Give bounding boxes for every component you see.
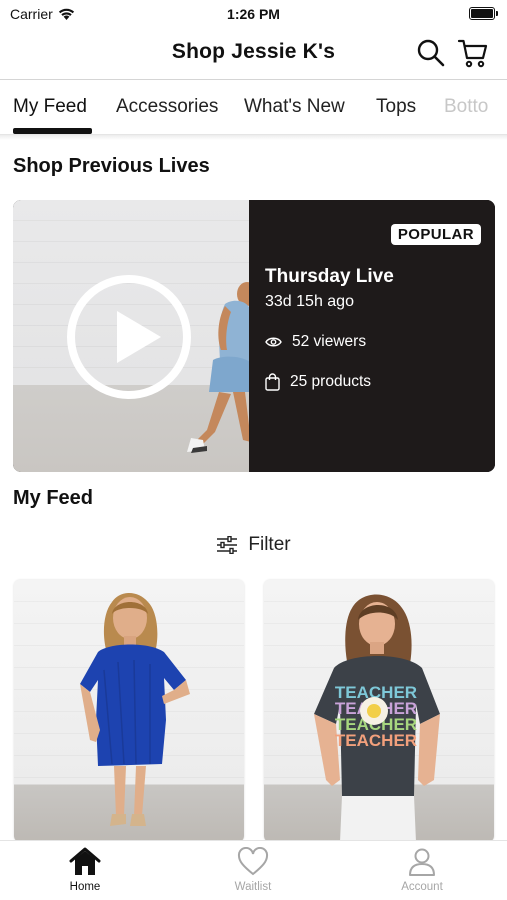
category-tabs: My Feed Accessories What's New Tops Bott…	[0, 81, 507, 135]
product-card[interactable]: TEACHER TEACHER TEACHER TEACHER	[264, 580, 494, 842]
previous-lives-heading: Shop Previous Lives	[13, 155, 210, 177]
battery-icon	[469, 7, 498, 20]
person-icon	[409, 848, 435, 876]
live-time-ago: 33d 15h ago	[265, 293, 354, 310]
previous-live-card[interactable]: POPULAR Thursday Live 33d 15h ago 52 vie…	[13, 200, 495, 472]
nav-waitlist-label: Waitlist	[234, 881, 272, 893]
heart-icon	[237, 847, 269, 876]
tab-bottoms[interactable]: Botto	[444, 96, 488, 118]
clock: 1:26 PM	[227, 6, 280, 22]
tabs-divider	[0, 135, 507, 140]
nav-account[interactable]: Account	[362, 847, 482, 893]
tab-whats-new[interactable]: What's New	[244, 96, 345, 118]
product-photo-teacher-tee: TEACHER TEACHER TEACHER TEACHER	[314, 594, 440, 842]
my-feed-heading: My Feed	[13, 487, 94, 509]
viewers-row: 52 viewers	[265, 333, 366, 351]
tab-accessories[interactable]: Accessories	[116, 96, 218, 118]
products-count: 25 products	[290, 373, 371, 390]
live-video-thumbnail[interactable]	[13, 200, 249, 472]
tab-my-feed[interactable]: My Feed	[13, 96, 87, 118]
live-title: Thursday Live	[265, 266, 394, 287]
product-card[interactable]	[14, 580, 244, 842]
products-row: 25 products	[265, 373, 371, 391]
search-icon	[417, 39, 445, 67]
search-button[interactable]	[415, 37, 447, 69]
home-icon	[69, 847, 101, 875]
play-video-button[interactable]	[67, 275, 191, 399]
product-photo-blue-dress	[80, 593, 190, 826]
nav-home[interactable]: Home	[25, 847, 145, 893]
filter-button[interactable]: Filter	[0, 534, 507, 556]
shopping-bag-icon	[265, 373, 280, 391]
cart-button[interactable]	[457, 37, 489, 69]
filter-label: Filter	[248, 534, 291, 555]
app-header: Shop Jessie K's	[0, 28, 507, 80]
tab-tops[interactable]: Tops	[376, 96, 416, 118]
eye-icon	[265, 337, 282, 347]
nav-home-label: Home	[69, 881, 101, 893]
popular-badge: POPULAR	[390, 224, 481, 245]
status-bar: Carrier 1:26 PM	[0, 0, 507, 28]
active-tab-indicator	[13, 128, 92, 134]
live-info-panel: POPULAR Thursday Live 33d 15h ago 52 vie…	[249, 200, 495, 472]
bottom-nav-bar: Home Waitlist Account	[0, 840, 507, 900]
nav-account-label: Account	[401, 881, 443, 893]
filter-sliders-icon	[217, 536, 238, 554]
play-icon	[117, 311, 161, 363]
nav-waitlist[interactable]: Waitlist	[193, 847, 313, 893]
svg-text:TEACHER: TEACHER	[335, 731, 417, 750]
viewers-count: 52 viewers	[292, 333, 367, 350]
cart-icon	[457, 39, 488, 68]
